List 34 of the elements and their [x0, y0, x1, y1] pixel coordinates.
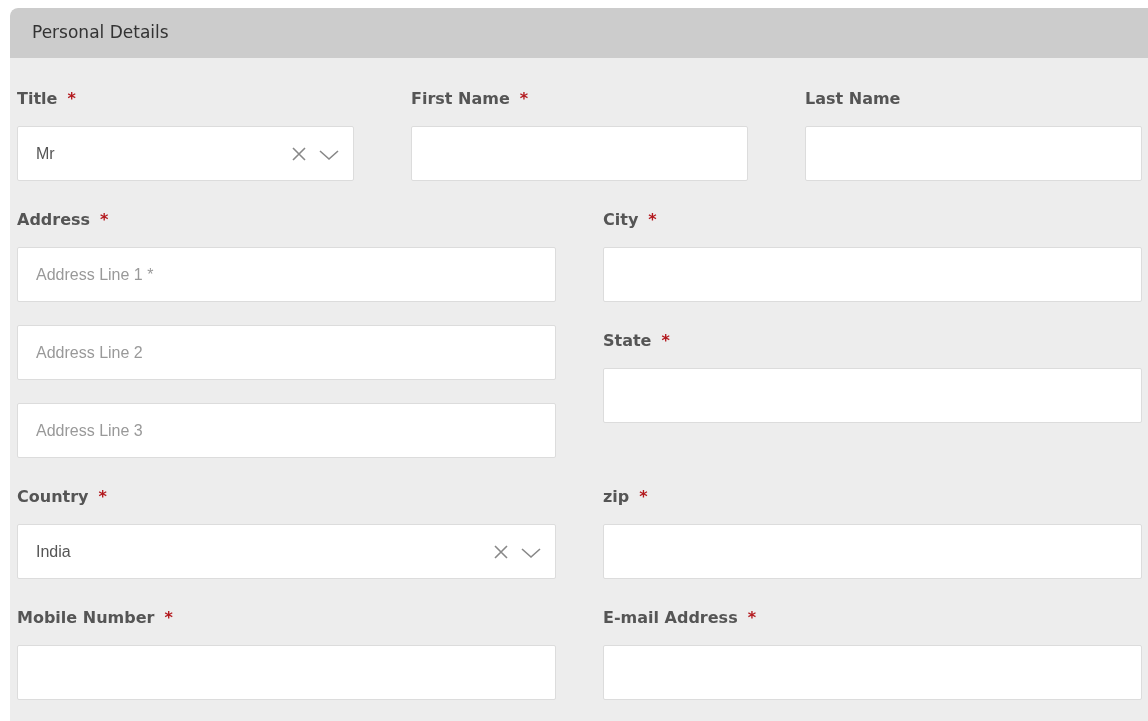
clear-icon[interactable] [491, 544, 511, 559]
required-mark: * [648, 209, 657, 231]
input-field[interactable] [411, 126, 748, 181]
field-label: State [603, 330, 652, 352]
field-label: E-mail Address [603, 607, 738, 629]
input-field[interactable] [805, 126, 1142, 181]
dropdown-field[interactable]: Mr [17, 126, 354, 181]
input-field[interactable] [603, 247, 1142, 302]
clear-icon[interactable] [289, 146, 309, 161]
input-field[interactable] [17, 645, 556, 700]
panel-title: Personal Details [32, 21, 169, 45]
field-label: City [603, 209, 639, 231]
required-mark: * [661, 330, 670, 352]
required-mark: * [639, 486, 648, 508]
required-mark: * [747, 607, 757, 629]
field-label: Title [17, 88, 58, 110]
field-label: First Name [411, 88, 510, 110]
input-field[interactable] [603, 368, 1142, 423]
input-field[interactable] [603, 524, 1142, 579]
required-mark: * [164, 607, 173, 629]
input-field[interactable]: Address Line 3 [17, 403, 556, 458]
required-mark: * [519, 88, 529, 110]
field-label: Country [17, 486, 89, 508]
input-field[interactable]: Address Line 1 * [17, 247, 556, 302]
input-field[interactable]: Address Line 2 [17, 325, 556, 380]
required-mark: * [98, 486, 107, 508]
field-label: Last Name [805, 88, 901, 110]
field-label: Mobile Number [17, 607, 155, 629]
field-label: Address [17, 209, 91, 231]
required-mark: * [100, 209, 109, 231]
field-label: zip [603, 486, 630, 508]
required-mark: * [67, 88, 76, 110]
dropdown-field[interactable]: India [17, 524, 556, 579]
input-field[interactable] [603, 645, 1142, 700]
